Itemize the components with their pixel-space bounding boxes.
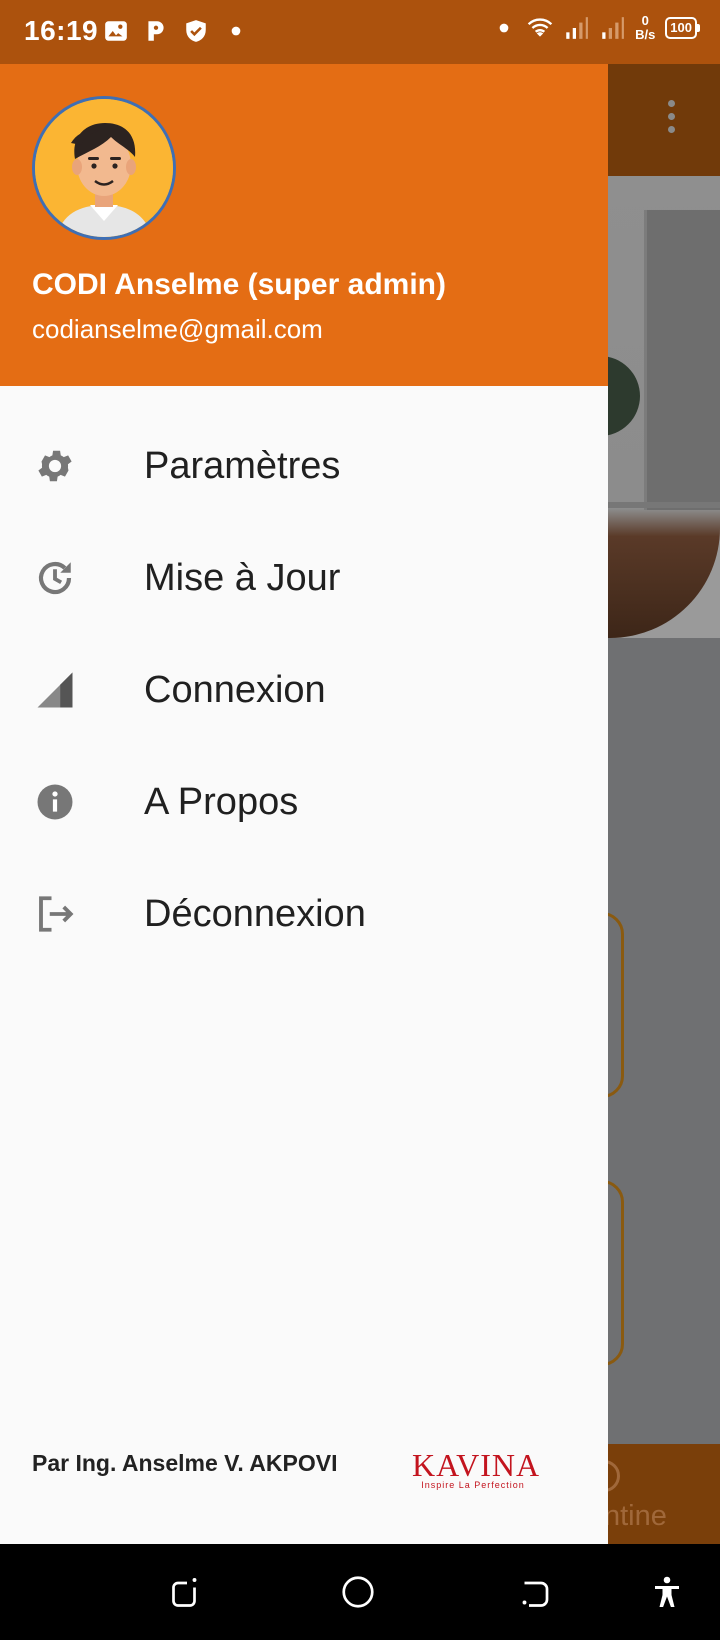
menu-label: A Propos	[144, 780, 299, 823]
signal-icon	[602, 17, 624, 39]
status-time: 16:19	[24, 15, 99, 46]
background-tab-label: ntine	[604, 1500, 667, 1532]
menu-item-parametres[interactable]: Paramètres	[0, 410, 608, 522]
system-nav-bar	[0, 1544, 720, 1640]
status-bar: 16:19 0 B/s 100	[0, 0, 720, 64]
back-button[interactable]	[517, 1574, 553, 1610]
network-speed-value: 0	[641, 13, 649, 28]
update-clock-icon	[34, 557, 76, 599]
drawer-header: CODI Anselme (super admin) codianselme@g…	[0, 64, 608, 386]
signal-icon	[34, 669, 76, 711]
menu-label: Déconnexion	[144, 892, 366, 935]
battery-level: 100	[665, 17, 697, 39]
menu-item-connexion[interactable]: Connexion	[0, 634, 608, 746]
more-vert-icon[interactable]	[664, 100, 678, 140]
menu-item-deconnexion[interactable]: Déconnexion	[0, 858, 608, 970]
background-app-bar	[600, 64, 720, 176]
menu-label: Paramètres	[144, 444, 341, 487]
menu-label: Connexion	[144, 668, 326, 711]
logout-icon	[34, 893, 76, 935]
image-icon	[105, 21, 127, 41]
logo-word: KAVINA	[412, 1447, 541, 1483]
user-name: CODI Anselme (super admin)	[32, 268, 446, 301]
dot-icon	[499, 23, 509, 33]
navigation-drawer: CODI Anselme (super admin) codianselme@g…	[0, 64, 608, 1544]
menu-item-a-propos[interactable]: A Propos	[0, 746, 608, 858]
logo-tagline: Inspire La Perfection	[421, 1480, 525, 1490]
p-app-icon	[148, 21, 164, 41]
status-icons-left	[103, 18, 249, 44]
drawer-menu: Paramètres Mise à Jour Connexion A Propo…	[0, 410, 608, 970]
home-button[interactable]	[340, 1574, 376, 1610]
wifi-icon	[527, 18, 553, 37]
user-email: codianselme@gmail.com	[32, 314, 323, 344]
gear-icon	[34, 445, 76, 487]
avatar[interactable]	[32, 96, 176, 240]
background-hero-image	[600, 176, 720, 638]
battery-icon: 100	[665, 17, 700, 39]
network-speed-unit: B/s	[635, 27, 656, 42]
accessibility-icon[interactable]	[649, 1574, 685, 1610]
shield-check-icon	[186, 20, 206, 42]
dot-icon	[231, 26, 241, 36]
menu-item-mise-a-jour[interactable]: Mise à Jour	[0, 522, 608, 634]
recents-button[interactable]	[166, 1574, 202, 1610]
footer-credit: Par Ing. Anselme V. AKPOVI	[32, 1450, 338, 1476]
kavina-logo: KAVINA Inspire La Perfection	[412, 1447, 541, 1491]
signal-icon	[566, 17, 588, 39]
menu-label: Mise à Jour	[144, 556, 341, 599]
status-icons-right: 0 B/s 100	[491, 14, 700, 42]
avatar-illustration	[35, 99, 173, 237]
network-speed: 0 B/s	[635, 14, 655, 42]
info-icon	[34, 781, 76, 823]
